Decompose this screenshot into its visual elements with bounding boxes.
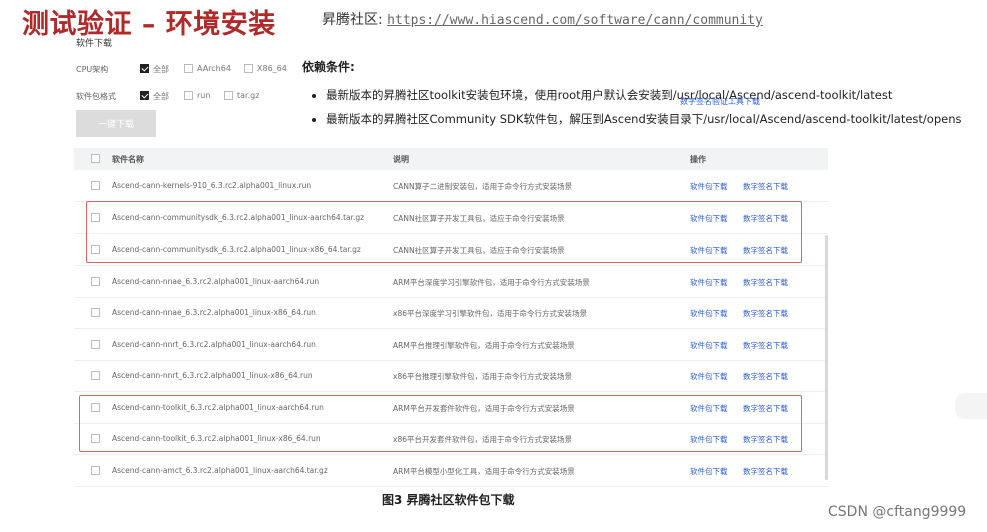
package-download-link[interactable]: 软件包下载 xyxy=(690,371,728,382)
highlight-box-toolkit xyxy=(79,395,802,452)
package-download-link[interactable]: 软件包下载 xyxy=(690,308,728,319)
package-desc: CANN算子二进制安装包，适用于命令行方式安装场景 xyxy=(393,182,573,191)
header-desc: 说明 xyxy=(393,155,409,164)
dependency-item: 最新版本的昇腾社区Community SDK软件包，解压到Ascend安装目录下… xyxy=(326,107,961,131)
row-checkbox[interactable] xyxy=(91,277,100,286)
side-tab xyxy=(955,393,987,419)
row-checkbox[interactable] xyxy=(91,371,100,380)
row-checkbox[interactable] xyxy=(91,308,100,317)
cpu-arch-label: CPU架构 xyxy=(76,65,109,74)
signature-download-link[interactable]: 数字签名下载 xyxy=(743,466,788,477)
pkg-format-targz-label: tar.gz xyxy=(237,91,260,100)
package-name: Ascend-cann-nnae_6.3.rc2.alpha001_linux-… xyxy=(112,308,316,317)
cpu-arch-aarch64-checkbox[interactable] xyxy=(184,64,193,73)
signature-tool-link[interactable]: 数字签名验证工具下载 xyxy=(680,96,760,107)
header-name: 软件名称 xyxy=(112,155,144,164)
row-checkbox[interactable] xyxy=(91,340,100,349)
table-row: Ascend-cann-nnae_6.3.rc2.alpha001_linux-… xyxy=(74,266,828,298)
section-title: 软件下载 xyxy=(76,39,113,49)
cpu-arch-all-label: 全部 xyxy=(153,65,169,74)
row-checkbox[interactable] xyxy=(91,466,100,475)
figure-caption: 图3 昇腾社区软件包下载 xyxy=(382,493,515,507)
community-link-line: 昇腾社区: https://www.hiascend.com/software/… xyxy=(322,9,763,29)
table-row: Ascend-cann-nnae_6.3.rc2.alpha001_linux-… xyxy=(74,297,828,329)
signature-download-link[interactable]: 数字签名下载 xyxy=(743,308,788,319)
dependencies-title: 依赖条件: xyxy=(302,60,355,74)
table-scrollbar[interactable] xyxy=(825,235,828,480)
package-desc: ARM平台推理引擎软件包，适用于命令行方式安装场景 xyxy=(393,341,575,350)
table-row: Ascend-cann-kernels-910_6.3.rc2.alpha001… xyxy=(74,170,828,202)
package-download-link[interactable]: 软件包下载 xyxy=(690,466,728,477)
pkg-format-all-checkbox[interactable] xyxy=(140,91,149,100)
dependencies-block: 依赖条件: 最新版本的昇腾社区toolkit安装包环境，使用root用户默认会安… xyxy=(302,58,961,131)
header-action: 操作 xyxy=(690,155,706,164)
package-download-link[interactable]: 软件包下载 xyxy=(690,277,728,288)
row-checkbox[interactable] xyxy=(91,181,100,190)
table-row: Ascend-cann-amct_6.3.rc2.alpha001_linux-… xyxy=(74,455,828,487)
package-desc: ARM平台模型小型化工具，适用于命令行方式安装场景 xyxy=(393,467,575,476)
signature-download-link[interactable]: 数字签名下载 xyxy=(743,277,788,288)
pkg-format-targz-checkbox[interactable] xyxy=(224,91,233,100)
pkg-format-all-label: 全部 xyxy=(153,92,169,101)
signature-download-link[interactable]: 数字签名下载 xyxy=(743,340,788,351)
select-all-checkbox[interactable] xyxy=(91,154,100,163)
table-row: Ascend-cann-nnrt_6.3.rc2.alpha001_linux-… xyxy=(74,329,828,361)
cpu-arch-aarch64-label: AArch64 xyxy=(197,64,231,73)
cpu-arch-x86-label: X86_64 xyxy=(257,64,287,73)
one-click-download-button[interactable]: 一键下载 xyxy=(76,110,156,137)
package-name: Ascend-cann-nnrt_6.3.rc2.alpha001_linux-… xyxy=(112,371,313,380)
package-desc: x86平台深度学习引擎软件包，适用于命令行方式安装场景 xyxy=(393,309,587,318)
table-row: Ascend-cann-nnrt_6.3.rc2.alpha001_linux-… xyxy=(74,360,828,392)
package-download-link[interactable]: 软件包下载 xyxy=(690,181,728,192)
package-name: Ascend-cann-nnae_6.3.rc2.alpha001_linux-… xyxy=(112,277,320,286)
pkg-format-run-label: run xyxy=(197,91,211,100)
signature-download-link[interactable]: 数字签名下载 xyxy=(743,371,788,382)
package-desc: x86平台推理引擎软件包，适用于命令行方式安装场景 xyxy=(393,372,572,381)
cpu-arch-x86-checkbox[interactable] xyxy=(244,64,253,73)
community-label: 昇腾社区: xyxy=(322,12,383,28)
package-name: Ascend-cann-nnrt_6.3.rc2.alpha001_linux-… xyxy=(112,340,316,349)
pkg-format-label: 软件包格式 xyxy=(76,92,116,101)
signature-download-link[interactable]: 数字签名下载 xyxy=(743,181,788,192)
package-desc: ARM平台深度学习引擎软件包，适用于命令行方式安装场景 xyxy=(393,278,590,287)
watermark: CSDN @cftang9999 xyxy=(828,504,967,520)
cpu-arch-all-checkbox[interactable] xyxy=(140,64,149,73)
highlight-box-communitysdk xyxy=(86,201,802,263)
table-header: 软件名称 说明 操作 xyxy=(74,148,828,170)
package-name: Ascend-cann-amct_6.3.rc2.alpha001_linux-… xyxy=(112,466,328,475)
community-url-link[interactable]: https://www.hiascend.com/software/cann/c… xyxy=(387,13,763,28)
dependencies-list: 最新版本的昇腾社区toolkit安装包环境，使用root用户默认会安装到/usr… xyxy=(302,83,961,131)
package-download-link[interactable]: 软件包下载 xyxy=(690,340,728,351)
pkg-format-run-checkbox[interactable] xyxy=(184,91,193,100)
package-name: Ascend-cann-kernels-910_6.3.rc2.alpha001… xyxy=(112,181,312,190)
dependency-item: 最新版本的昇腾社区toolkit安装包环境，使用root用户默认会安装到/usr… xyxy=(326,83,961,107)
